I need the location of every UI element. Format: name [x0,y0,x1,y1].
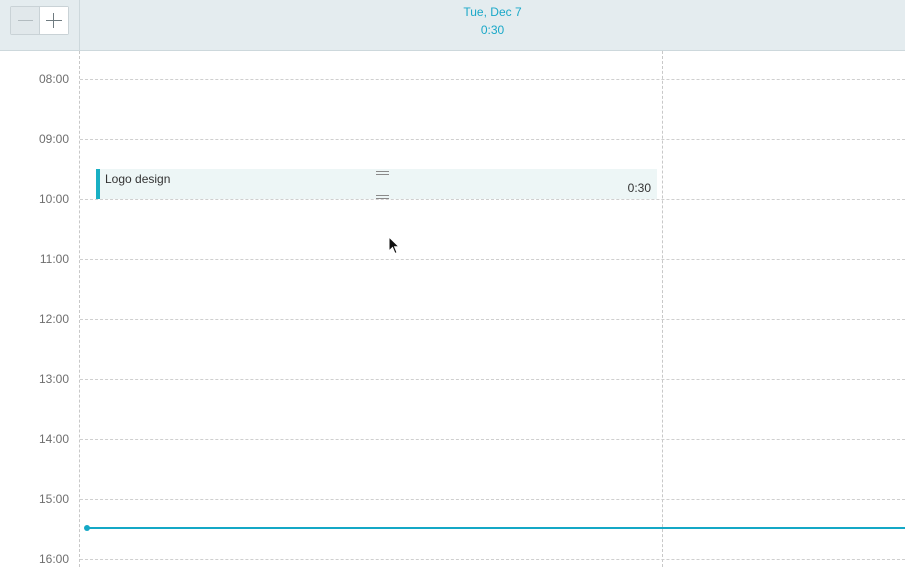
minus-icon [18,20,33,21]
day-column-header[interactable]: Tue, Dec 7 0:30 [80,0,905,50]
hour-gridline [80,139,905,140]
calendar-day-view: Tue, Dec 7 0:30 08:00 09:00 10:00 11:00 … [0,0,905,567]
hour-gridline [80,559,905,560]
hour-gridline [80,499,905,500]
time-label: 16:00 [38,552,69,566]
event-duration: 0:30 [627,181,651,195]
time-label: 14:00 [38,432,69,446]
time-label: 08:00 [38,72,69,86]
column-divider [662,51,663,567]
event-block[interactable]: Logo design 0:30 [96,169,657,199]
current-time-line [87,527,905,529]
current-time-dot [84,525,90,531]
event-resize-bottom-handle[interactable] [376,195,389,199]
time-label: 13:00 [38,372,69,386]
zoom-out-button[interactable] [11,7,40,34]
time-axis-divider [79,51,80,567]
hour-gridline [80,199,905,200]
time-label: 11:00 [39,252,69,266]
time-label: 15:00 [38,492,69,506]
mouse-cursor-icon [388,236,400,255]
zoom-in-button[interactable] [40,7,68,34]
hour-gridline [80,79,905,80]
zoom-controls [10,6,69,35]
hour-gridline [80,259,905,260]
hour-gridline [80,379,905,380]
day-total-duration: 0:30 [480,23,505,37]
hour-gridline [80,439,905,440]
time-label: 09:00 [38,132,69,146]
event-color-bar [96,169,100,199]
time-label: 12:00 [38,312,69,326]
day-date: Tue, Dec 7 [463,5,522,19]
time-label: 10:00 [38,192,69,206]
calendar-header: Tue, Dec 7 0:30 [0,0,905,51]
hour-gridline [80,319,905,320]
event-resize-top-handle[interactable] [376,171,389,175]
event-title: Logo design [105,172,171,186]
